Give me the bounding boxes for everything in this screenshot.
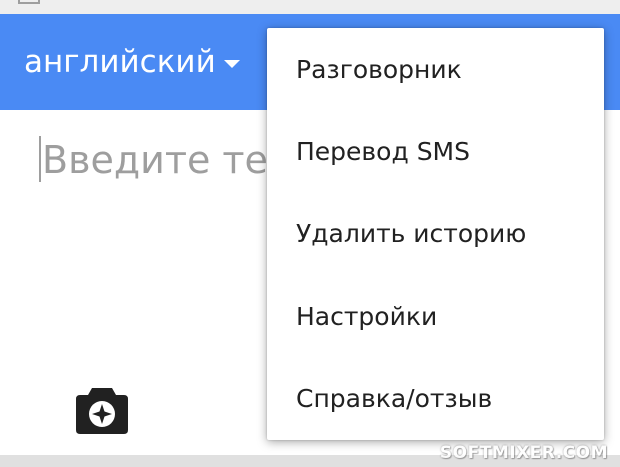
menu-item-label: Настройки — [296, 301, 438, 331]
dropdown-arrow-icon — [223, 60, 240, 68]
menu-item-label: Перевод SMS — [296, 137, 470, 167]
status-strip — [0, 0, 620, 14]
source-language-selector[interactable]: английский — [24, 44, 240, 80]
menu-item-phrasebook[interactable]: Разговорник — [267, 28, 604, 110]
menu-item-settings[interactable]: Настройки — [267, 275, 604, 357]
camera-button[interactable] — [74, 384, 130, 436]
overflow-menu: Разговорник Перевод SMS Удалить историю … — [267, 28, 604, 440]
menu-item-label: Удалить историю — [296, 219, 527, 249]
camera-icon — [76, 388, 128, 434]
text-cursor — [39, 136, 41, 182]
menu-item-sms-translation[interactable]: Перевод SMS — [267, 110, 604, 192]
menu-item-clear-history[interactable]: Удалить историю — [267, 193, 604, 275]
menu-item-label: Разговорник — [296, 54, 462, 84]
status-bar-icon — [18, 0, 40, 4]
source-language-label: английский — [24, 44, 216, 80]
menu-item-help-feedback[interactable]: Справка/отзыв — [267, 358, 604, 440]
watermark: SOFTMIXER.COM — [439, 443, 608, 463]
menu-item-label: Справка/отзыв — [296, 384, 493, 414]
